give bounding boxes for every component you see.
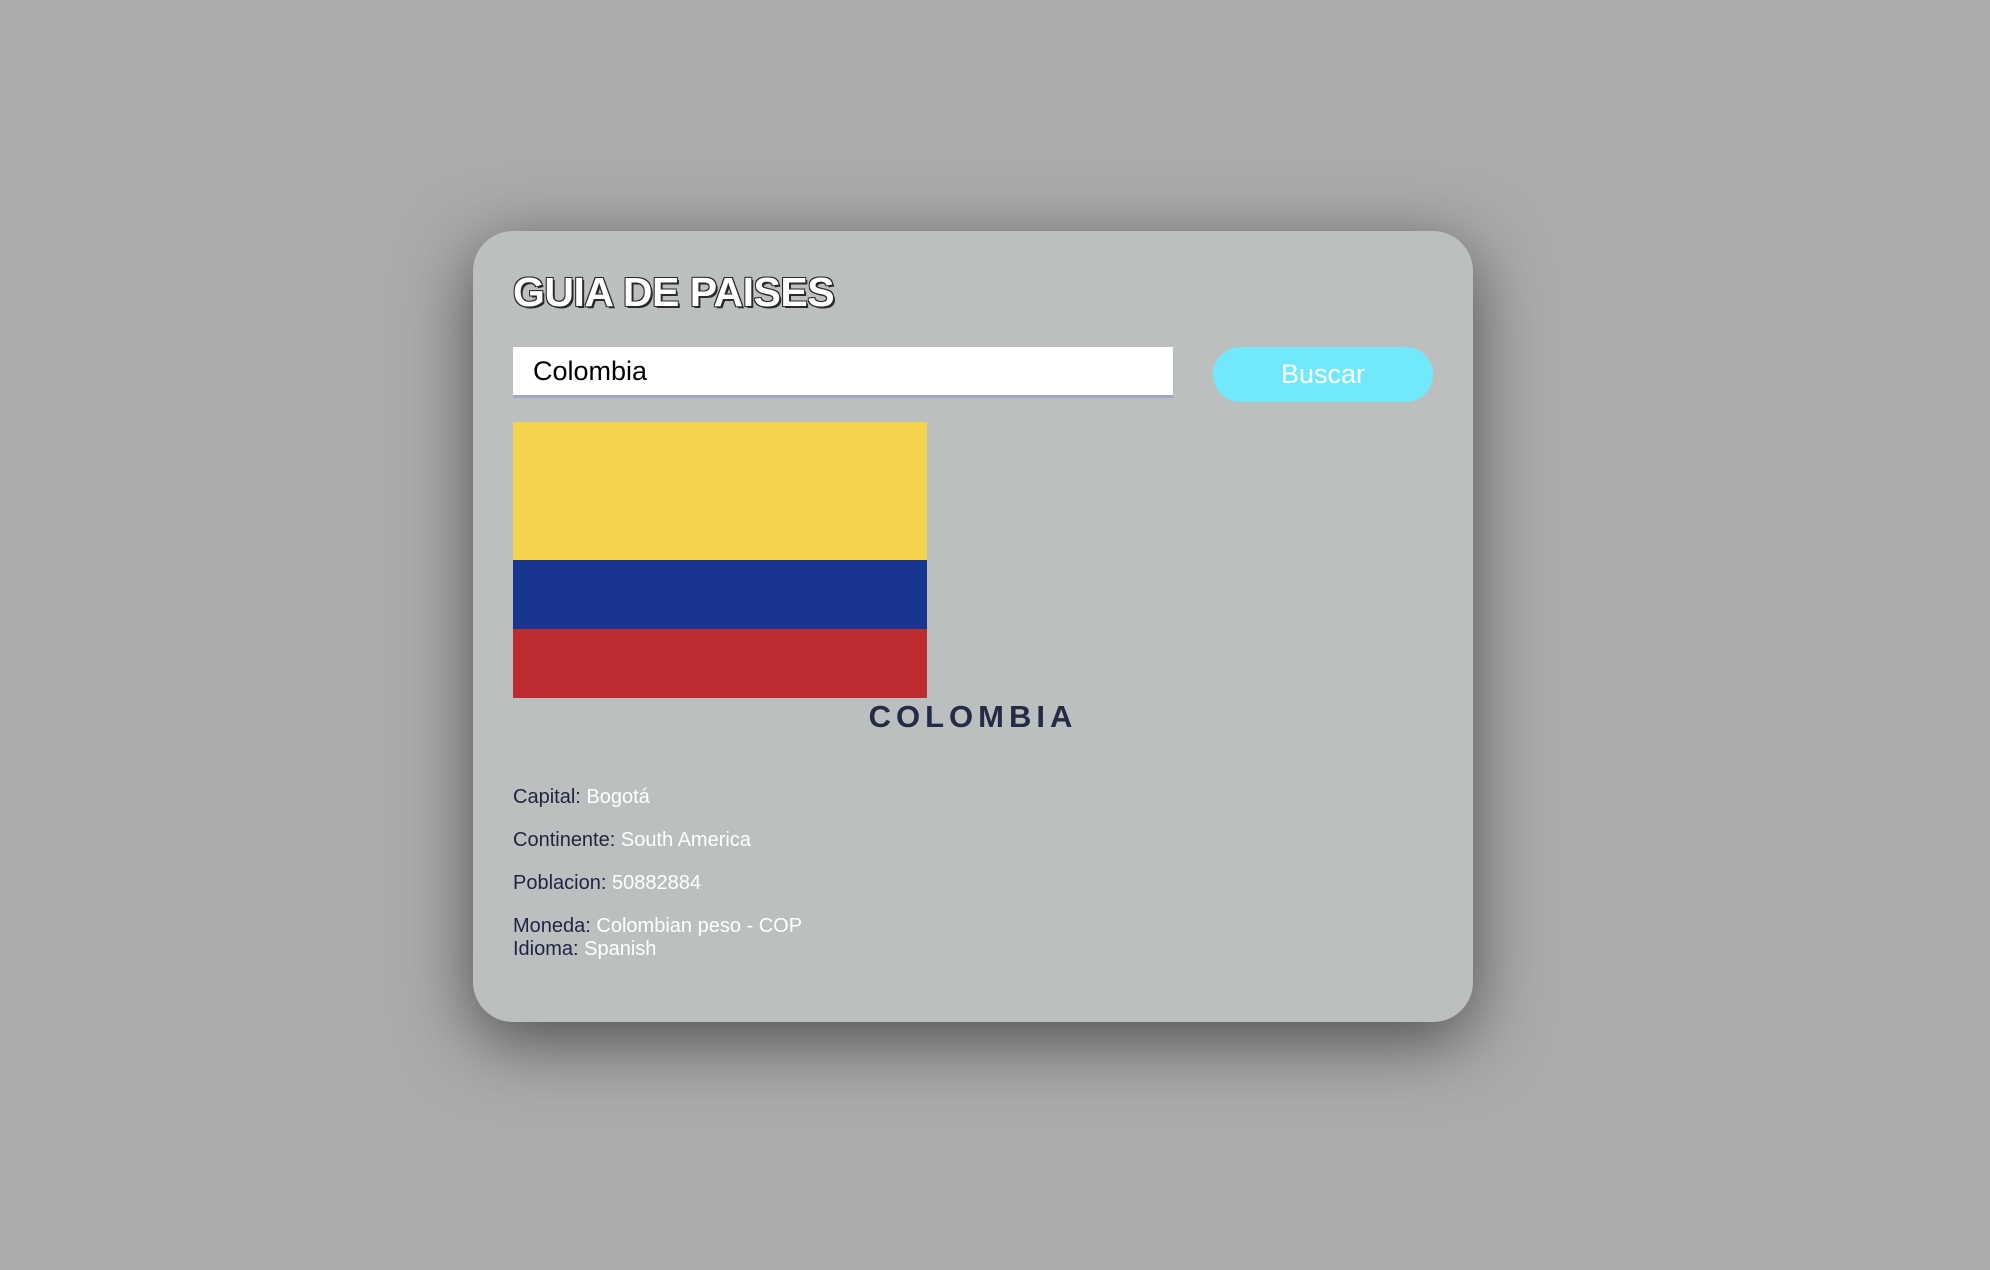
- continent-value: South America: [620, 829, 751, 851]
- population-label: Poblacion:: [513, 872, 607, 894]
- info-currency: Moneda: Colombian peso - COP: [513, 915, 802, 938]
- country-search-input[interactable]: [513, 347, 1173, 398]
- info-continent: Continente: South America: [513, 829, 751, 852]
- continent-label: Continente:: [513, 829, 616, 851]
- info-population: Poblacion: 50882884: [513, 872, 701, 895]
- population-value: 50882884: [611, 872, 701, 894]
- capital-value: Bogotá: [586, 786, 650, 808]
- country-name: COLOMBIA: [868, 699, 1078, 734]
- flag-band-yellow: [513, 422, 927, 560]
- currency-label: Moneda:: [513, 915, 591, 937]
- language-label: Idioma:: [513, 938, 579, 960]
- info-language: Idioma: Spanish: [513, 938, 656, 961]
- search-button[interactable]: Buscar: [1213, 347, 1433, 402]
- app-title: GUIA DE PAISES: [513, 269, 835, 315]
- language-value: Spanish: [584, 938, 657, 960]
- flag-band-red: [513, 629, 927, 698]
- currency-value: Colombian peso - COP: [596, 915, 803, 937]
- capital-label: Capital:: [513, 786, 581, 808]
- country-guide-card: GUIA DE PAISES Buscar COLOMBIA Capital: …: [473, 231, 1473, 1022]
- flag-band-blue: [513, 560, 927, 629]
- info-capital: Capital: Bogotá: [513, 786, 650, 809]
- colombia-flag-icon: [513, 422, 927, 698]
